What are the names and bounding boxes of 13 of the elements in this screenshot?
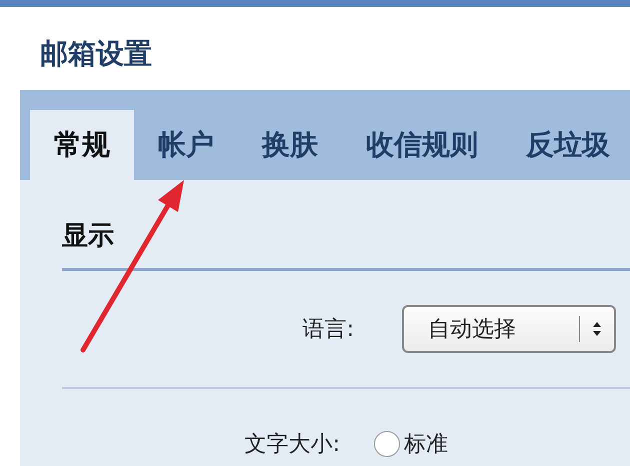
radio-label: 标准 bbox=[404, 431, 448, 459]
tab[interactable]: 收信规则 bbox=[342, 110, 502, 180]
window-title: 邮箱设置 bbox=[39, 36, 153, 72]
setting-label: 语言: bbox=[302, 316, 355, 344]
radio-button[interactable] bbox=[374, 431, 400, 457]
tab[interactable]: 换肤 bbox=[238, 110, 342, 180]
tab[interactable]: 帐户 bbox=[134, 110, 238, 180]
section-title: 显示 bbox=[62, 220, 115, 253]
language-dropdown[interactable]: 自动选择 bbox=[402, 305, 616, 353]
updown-icon bbox=[592, 321, 602, 337]
tab[interactable]: 常规 bbox=[30, 110, 134, 180]
tab[interactable]: 反垃圾 bbox=[502, 110, 630, 180]
setting-label: 文字大小: bbox=[244, 431, 341, 459]
